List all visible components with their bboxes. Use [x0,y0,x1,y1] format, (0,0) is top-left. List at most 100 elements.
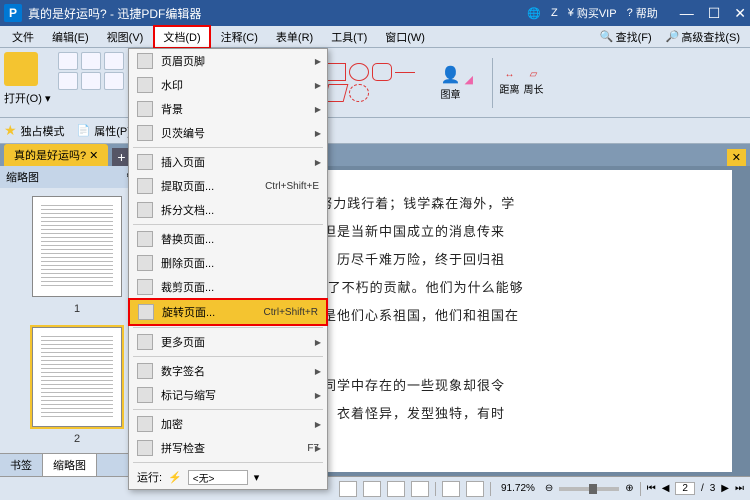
next-page-icon[interactable]: ▶ [721,483,729,494]
exclusive-mode[interactable]: 独占模式 [21,123,65,139]
prev-page-icon[interactable]: ◀ [662,483,670,494]
circle-shape[interactable] [349,63,369,81]
sidebar-title: 缩略图 [6,169,39,185]
thumb-num-1: 1 [74,303,80,315]
doc-tab[interactable]: 真的是好运吗? ✕ [4,144,108,166]
page-thumb-2[interactable] [32,327,122,428]
menu-item-icon [137,202,153,218]
sb-layout-3[interactable] [387,481,405,497]
menu-item-icon [137,416,153,432]
window-title: 真的是好运吗? - 迅捷PDF编辑器 [28,5,527,22]
run-row: 运行:⚡▾ [129,465,327,489]
menu-item-icon [137,53,153,69]
toolbar: 打开(O) ▾ ⊕ ✋ T↕编辑区域 T ▭ ／线条 👤图章 ◢ ↔距离 ▱周长 [0,48,750,118]
menu-item-加密[interactable]: 加密 [129,412,327,436]
sb-layout-4[interactable] [411,481,429,497]
menu-comment[interactable]: 注释(C) [213,27,266,47]
menu-item-icon [137,387,153,403]
statusbar: 91.72% ⊖ ⊕ ⏮ ◀ 2 / 3 ▶ ⏭ [0,476,750,500]
sb-fit-2[interactable] [466,481,484,497]
menu-file[interactable]: 文件 [4,27,42,47]
minimize-icon[interactable]: — [680,5,694,22]
sb-fit-1[interactable] [442,481,460,497]
eraser-icon[interactable]: ◢ [464,73,486,93]
shape-palette [326,63,436,102]
tab-bookmarks[interactable]: 书签 [0,454,43,476]
export-icon[interactable] [104,72,124,90]
help-link[interactable]: ? 帮助 [627,5,658,21]
zoom-out-icon[interactable]: ⊖ [545,483,553,494]
menu-document[interactable]: 文档(D) [153,25,210,49]
page-current[interactable]: 2 [675,482,695,495]
menu-item-icon [137,154,153,170]
menu-item-插入页面[interactable]: 插入页面 [129,150,327,174]
doc-props-icon[interactable]: 📄 [77,124,91,137]
menu-item-水印[interactable]: 水印 [129,73,327,97]
scan-icon[interactable] [81,72,101,90]
find-button[interactable]: 🔍查找(F) [594,29,658,45]
menu-item-贝茨编号[interactable]: 贝茨编号 [129,121,327,145]
menu-item-数字签名[interactable]: 数字签名 [129,359,327,383]
globe-icon[interactable]: 🌐 [527,7,541,20]
menu-item-icon [137,101,153,117]
menu-tools[interactable]: 工具(T) [323,27,375,47]
menu-edit[interactable]: 编辑(E) [44,27,97,47]
new-icon[interactable] [58,52,78,70]
menu-item-旋转页面...[interactable]: 旋转页面...Ctrl+Shift+R [130,300,326,324]
last-page-icon[interactable]: ⏭ [735,483,744,494]
distance-icon[interactable]: ↔ [504,69,514,80]
menu-item-icon [137,77,153,93]
menu-item-拼写检查[interactable]: 拼写检查F7 [129,436,327,460]
menu-item-标记与缩写[interactable]: 标记与缩写 [129,383,327,407]
menu-item-icon [137,125,153,141]
perimeter-icon[interactable]: ▱ [530,69,538,80]
stamp-icon[interactable]: 👤 [441,65,461,85]
menu-item-页眉页脚[interactable]: 页眉页脚 [129,49,327,73]
run-input[interactable] [188,470,248,485]
rrect-shape[interactable] [372,63,392,81]
maximize-icon[interactable]: ☐ [708,5,721,22]
document-menu-dropdown: 页眉页脚水印背景贝茨编号插入页面提取页面...Ctrl+Shift+E拆分文档.… [128,48,328,490]
tab-thumbnails[interactable]: 缩略图 [43,454,97,476]
zoom-value[interactable]: 91.72% [497,483,539,494]
menu-item-icon [138,304,154,320]
menu-view[interactable]: 视图(V) [99,27,152,47]
sb-layout-2[interactable] [363,481,381,497]
menu-item-icon [137,363,153,379]
menu-item-裁剪页面...[interactable]: 裁剪页面... [129,275,327,299]
titlebar: P 真的是好运吗? - 迅捷PDF编辑器 🌐 Z ¥ 购买VIP ? 帮助 — … [0,0,750,26]
open-label[interactable]: 打开(O) [4,93,42,105]
line-shape[interactable] [395,72,415,73]
close-icon[interactable]: ✕ [734,5,746,22]
tab-close-x[interactable]: ✕ [727,149,746,166]
rect-shape[interactable] [326,63,346,81]
app-logo: P [4,4,22,22]
menu-item-提取页面...[interactable]: 提取页面...Ctrl+Shift+E [129,174,327,198]
menu-item-icon [137,231,153,247]
save-icon[interactable] [81,52,101,70]
email-icon[interactable] [58,72,78,90]
star-icon: ★ [4,122,17,139]
zoom-slider[interactable] [559,487,619,491]
menu-item-icon [137,255,153,271]
first-page-icon[interactable]: ⏮ [647,483,656,494]
print-icon[interactable] [104,52,124,70]
menu-item-删除页面...[interactable]: 删除页面... [129,251,327,275]
sb-layout-1[interactable] [339,481,357,497]
menu-form[interactable]: 表单(R) [268,27,321,47]
menu-item-icon [137,440,153,456]
menu-item-拆分文档...[interactable]: 拆分文档... [129,198,327,222]
buy-vip[interactable]: ¥ 购买VIP [568,5,617,21]
menu-item-更多页面[interactable]: 更多页面 [129,330,327,354]
menu-item-icon [137,334,153,350]
open-folder-icon[interactable] [4,52,38,86]
zoom-in-icon[interactable]: ⊕ [625,483,633,494]
page-thumb-1[interactable] [32,196,122,297]
cloud-shape[interactable] [349,84,369,102]
user-label[interactable]: Z [551,7,558,19]
page-total: 3 [710,483,716,494]
menu-item-背景[interactable]: 背景 [129,97,327,121]
menu-window[interactable]: 窗口(W) [377,27,433,47]
advanced-find-button[interactable]: 🔎高级查找(S) [660,29,746,45]
menu-item-替换页面...[interactable]: 替换页面... [129,227,327,251]
